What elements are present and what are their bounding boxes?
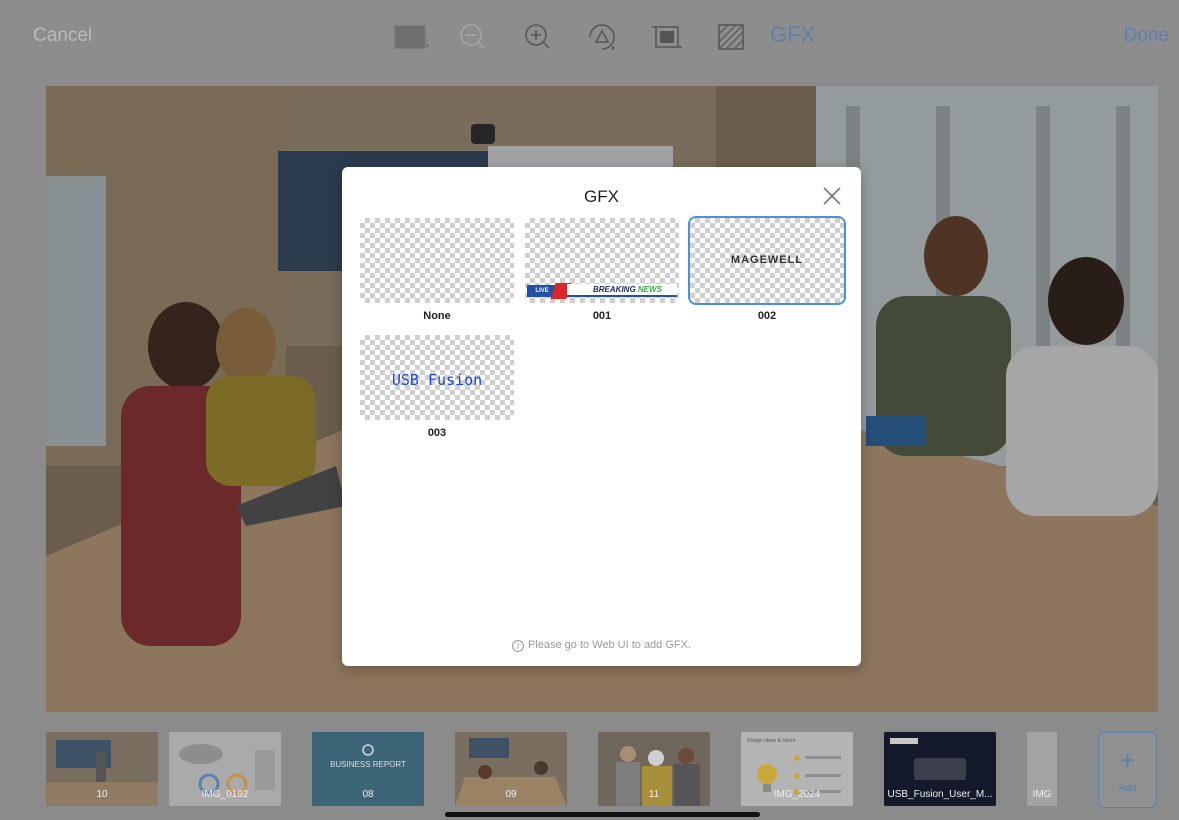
home-indicator (445, 812, 760, 817)
usb-fusion-text: USB Fusion (391, 371, 483, 389)
background-tool-icon[interactable] (392, 20, 432, 54)
filmstrip-thumb[interactable]: 10 (46, 732, 158, 806)
gfx-option-003[interactable]: USB Fusion 003 (360, 335, 514, 439)
gfx-preview (360, 218, 514, 303)
magewell-logo: MAGEWELL (730, 254, 804, 266)
filmstrip-thumb[interactable]: USB_Fusion_User_M... (884, 732, 996, 806)
thumb-caption: USB_Fusion_User_M... (887, 789, 993, 800)
thumb-caption: IMG_2024 (773, 789, 821, 800)
plus-icon: + (1119, 745, 1136, 775)
zoom-in-icon[interactable] (521, 20, 555, 54)
filmstrip-thumb[interactable]: 09 (455, 732, 567, 806)
gfx-option-label: 003 (427, 427, 447, 439)
news-text: NEWS (637, 285, 662, 294)
filmstrip-thumb[interactable]: BUSINESS REPORT 08 (312, 732, 424, 806)
add-media-button[interactable]: + Add (1098, 732, 1157, 808)
thumb-caption: IMG (1032, 789, 1052, 800)
add-label: Add (1118, 783, 1137, 794)
cancel-button[interactable]: Cancel (33, 25, 92, 47)
dialog-footer-hint: i Please go to Web UI to add GFX. (342, 639, 861, 652)
thumb-caption: 11 (648, 789, 660, 800)
rotate-icon[interactable] (584, 20, 620, 54)
thumb-caption: IMG_0192 (201, 789, 249, 800)
app-window: Cancel GFX Done 10 IMG_0192 BUSINESS REP… (0, 0, 1179, 820)
breaking-news-banner: LIVE BREAKING NEWS (527, 283, 677, 299)
gfx-tool-button[interactable]: GFX (770, 22, 815, 48)
thumb-caption: 09 (505, 789, 517, 800)
filmstrip-thumb[interactable]: IMG_0192 (169, 732, 281, 806)
overlay-pattern-icon[interactable] (714, 20, 748, 54)
gfx-preview: USB Fusion (360, 335, 514, 420)
thumb-title: Design Ideas & Shore (747, 738, 796, 744)
gfx-preview-selected: MAGEWELL (688, 216, 846, 305)
gfx-option-label: None (423, 310, 451, 322)
footer-text: Please go to Web UI to add GFX. (527, 639, 692, 651)
done-button[interactable]: Done (1124, 25, 1169, 47)
filmstrip: 10 IMG_0192 BUSINESS REPORT 08 09 11 Des… (0, 722, 1179, 820)
zoom-out-icon[interactable] (456, 20, 490, 54)
filmstrip-thumb[interactable]: 11 (598, 732, 710, 806)
crop-icon[interactable] (649, 20, 685, 54)
gfx-dialog: GFX None LIVE BREAKING NEWS 001 MAGEWELL… (342, 167, 861, 666)
gfx-option-001[interactable]: LIVE BREAKING NEWS 001 (525, 218, 679, 322)
thumb-caption: 08 (362, 789, 374, 800)
close-icon[interactable] (821, 185, 843, 207)
gfx-option-label: 001 (592, 310, 612, 322)
thumb-caption: 10 (96, 789, 108, 800)
gfx-option-none[interactable]: None (360, 218, 514, 322)
breaking-text: BREAKING (593, 285, 636, 294)
filmstrip-thumb[interactable]: Design Ideas & Shore IMG_2024 (741, 732, 853, 806)
top-toolbar: Cancel GFX Done (0, 0, 1179, 72)
info-icon: i (511, 640, 524, 652)
gfx-preview: LIVE BREAKING NEWS (525, 218, 679, 303)
gfx-option-label: 002 (757, 310, 777, 322)
dialog-title: GFX (584, 187, 619, 206)
filmstrip-thumb[interactable]: IMG (1027, 732, 1057, 806)
thumb-title: BUSINESS REPORT (330, 760, 406, 769)
gfx-option-002[interactable]: MAGEWELL 002 (688, 216, 846, 322)
